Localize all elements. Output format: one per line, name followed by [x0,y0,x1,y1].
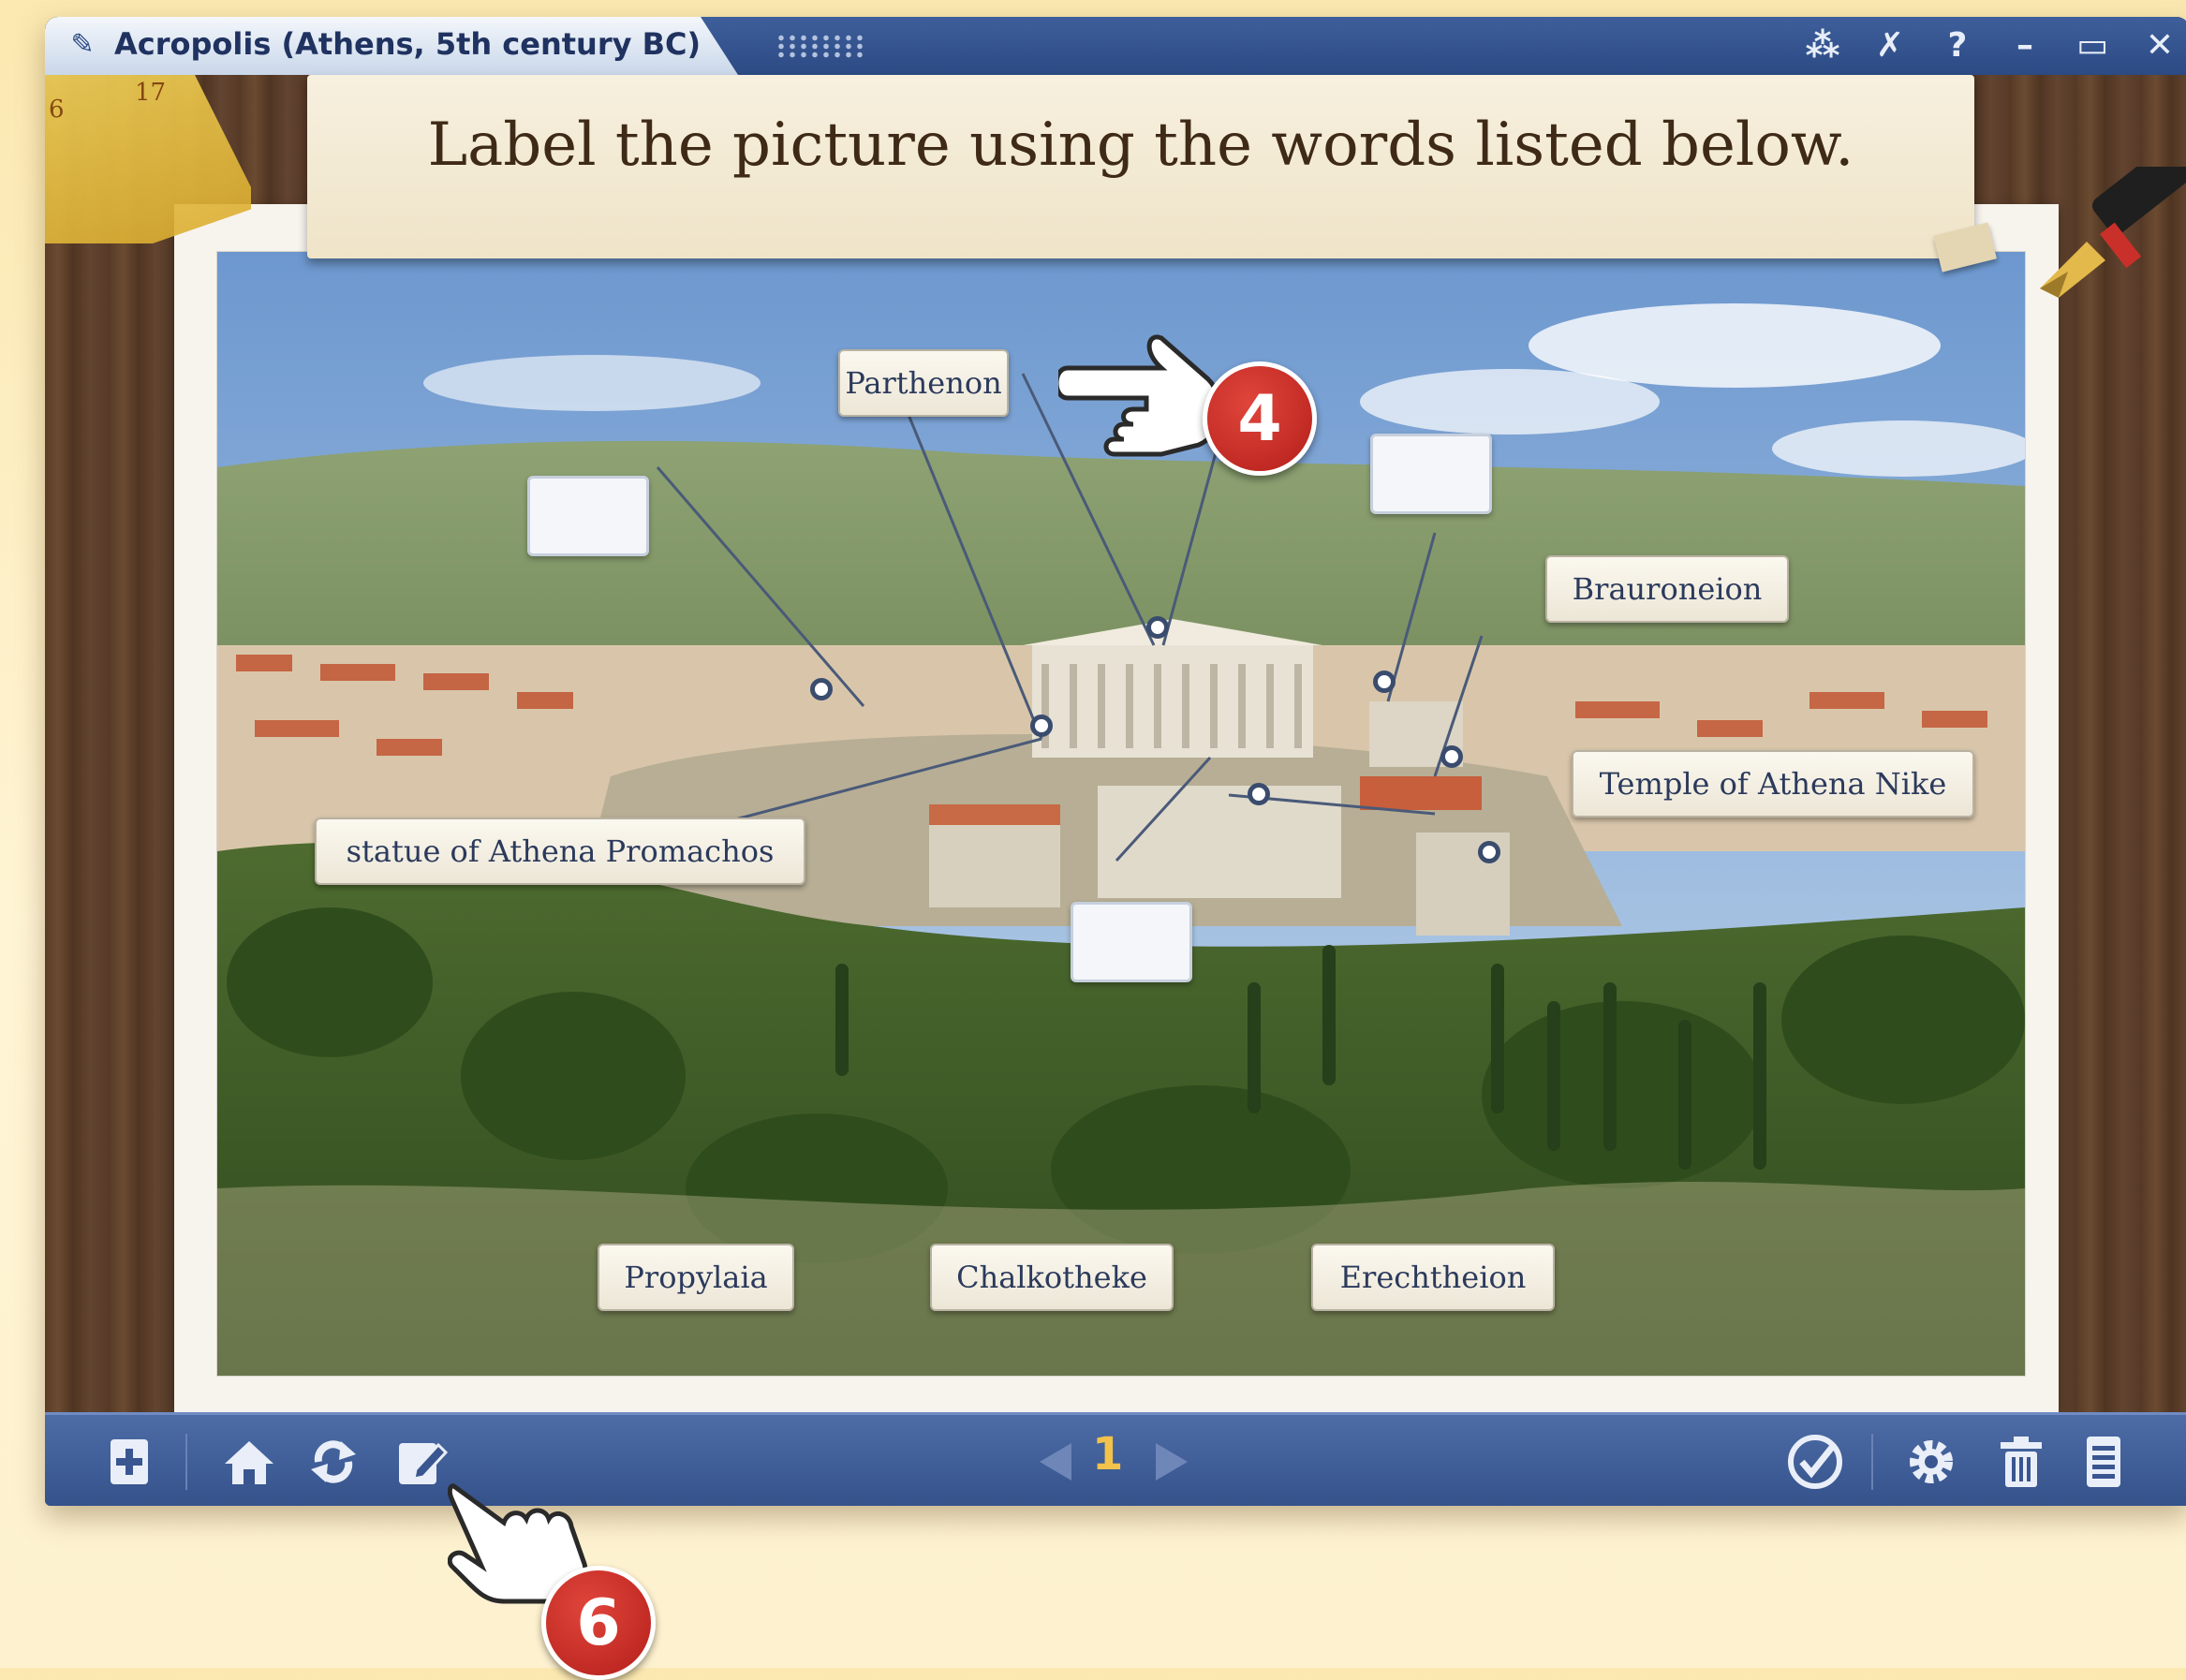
maximize-button[interactable]: ▭ [2072,17,2113,75]
add-page-button[interactable] [99,1432,159,1492]
title-tab: ✎ Acropolis (Athens, 5th century BC) [45,17,738,75]
previous-page-button[interactable] [1040,1443,1071,1481]
anchor-dot [1146,616,1169,639]
page-number: 1 [1092,1428,1124,1481]
toolbar-separator [185,1434,187,1490]
minimize-button[interactable]: – [2004,17,2046,75]
close-button[interactable]: ✕ [2139,17,2180,75]
anchor-dot [1478,841,1500,863]
share-icon[interactable]: ⁂ [1802,17,1843,75]
label-temple-of-athena-nike[interactable]: Temple of Athena Nike [1572,750,1974,818]
add-page-icon [111,1439,148,1484]
ruler-mark: 17 [135,79,167,107]
toolbar-separator [1871,1434,1873,1490]
label-chalkotheke[interactable]: Chalkotheke [930,1244,1174,1311]
instruction-banner: Label the picture using the words listed… [307,75,1974,258]
check-icon [1788,1435,1842,1489]
label-propylaia[interactable]: Propylaia [598,1244,794,1311]
label-statue-of-athena-promachos[interactable]: statue of Athena Promachos [315,818,805,885]
check-button[interactable] [1785,1432,1845,1492]
home-button[interactable] [219,1432,279,1492]
app-window: ✎ Acropolis (Athens, 5th century BC) ⁂ ✗… [45,17,2186,1506]
window-title: Acropolis (Athens, 5th century BC) [114,26,702,62]
anchor-dot [1248,783,1270,805]
instruction-text: Label the picture using the words listed… [427,111,1854,180]
anchor-dot [1440,745,1463,768]
pin-icon[interactable]: ✗ [1869,17,1911,75]
list-icon [2087,1437,2120,1487]
refresh-button[interactable] [303,1432,363,1492]
title-bar[interactable]: ✎ Acropolis (Athens, 5th century BC) ⁂ ✗… [45,17,2186,75]
app-icon: ✎ [70,28,95,61]
ruler-mark: 6 [49,96,65,124]
drag-grip-icon[interactable] [775,34,865,58]
delete-button[interactable] [1991,1432,2051,1492]
bottom-toolbar: 1 [45,1412,2186,1506]
settings-button[interactable] [1901,1432,1961,1492]
home-icon [225,1441,273,1484]
refresh-icon [311,1440,356,1483]
menu-button[interactable] [2074,1432,2134,1492]
step-callout-6: 6 [541,1566,656,1680]
step-callout-4: 4 [1203,361,1317,476]
anchor-dot [810,678,833,700]
edit-button[interactable] [391,1432,451,1492]
anchor-dot [1030,715,1053,737]
label-parthenon[interactable]: Parthenon [838,349,1009,417]
window-controls: ⁂ ✗ ? – ▭ ✕ [1802,17,2186,75]
label-erechtheion[interactable]: Erechtheion [1311,1244,1555,1311]
anchor-dot [1373,671,1396,693]
pen-decoration [2040,167,2186,298]
help-button[interactable]: ? [1937,17,1978,75]
gear-icon [1910,1440,1953,1483]
label-brauroneion[interactable]: Brauroneion [1545,555,1789,623]
empty-label-target[interactable] [527,476,649,556]
trash-icon [2001,1437,2042,1487]
next-page-button[interactable] [1156,1443,1188,1481]
empty-label-target[interactable] [1071,902,1192,982]
edit-icon [399,1442,448,1484]
empty-label-target[interactable] [1370,434,1492,514]
